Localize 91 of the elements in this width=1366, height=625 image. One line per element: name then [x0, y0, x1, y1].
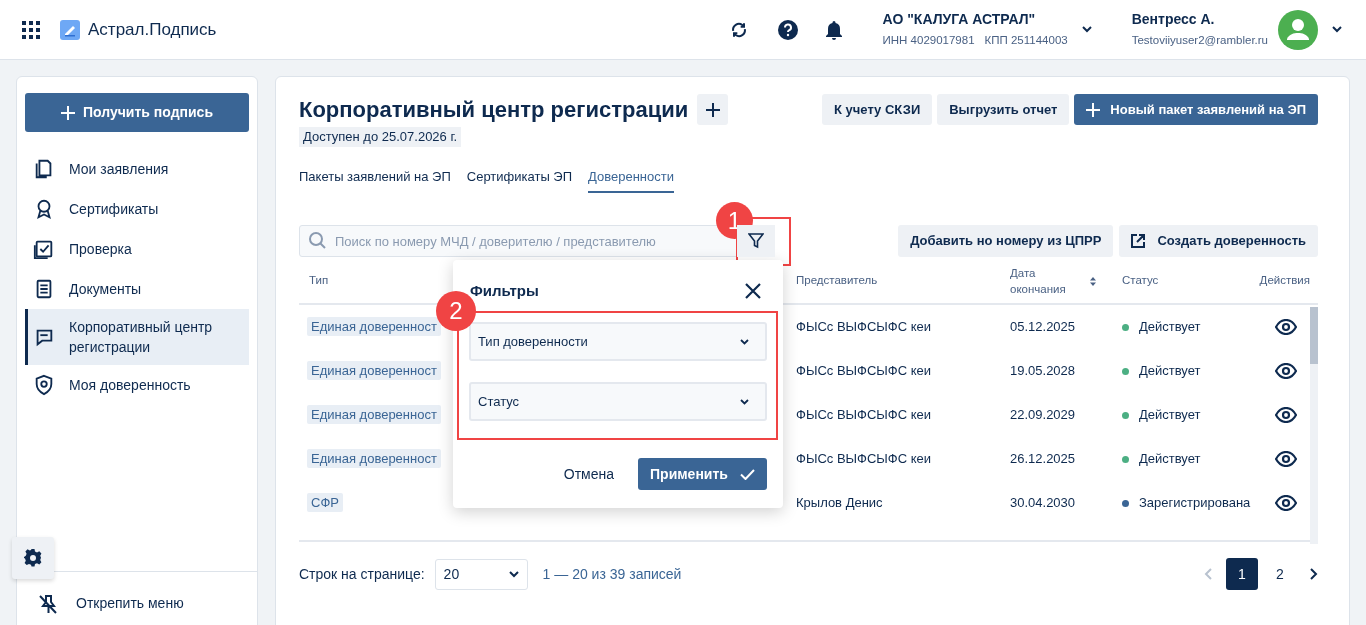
- select-field[interactable]: Тип доверенности: [469, 322, 767, 361]
- eye-icon[interactable]: [1275, 363, 1297, 379]
- status-text: Действует: [1139, 450, 1201, 469]
- sidebar-item[interactable]: Моя доверенность: [25, 365, 249, 405]
- chevron-down-icon[interactable]: [1081, 26, 1092, 33]
- sidebar-item[interactable]: Корпоративный центр регистрации: [25, 309, 249, 365]
- eye-icon[interactable]: [1275, 495, 1297, 511]
- filter-icon: [748, 233, 764, 249]
- rows-per-page-label: Строк на странице:: [299, 564, 425, 584]
- chevron-down-icon: [508, 570, 519, 578]
- eye-icon[interactable]: [1275, 451, 1297, 467]
- company-kpp: КПП 251144003: [984, 32, 1068, 48]
- new-package-button[interactable]: Новый пакет заявлений на ЭП: [1074, 94, 1318, 125]
- sort-icon[interactable]: [1090, 276, 1096, 286]
- cancel-button[interactable]: Отмена: [563, 463, 614, 485]
- records-range: 1 — 20 из 39 записей: [542, 564, 682, 584]
- create-poa-button[interactable]: Создать доверенность: [1119, 225, 1318, 257]
- availability-badge: Доступен до 25.07.2026 г.: [299, 127, 462, 147]
- rows-per-page-select[interactable]: 20: [434, 558, 528, 590]
- page-button[interactable]: 2: [1264, 558, 1296, 590]
- get-signature-button[interactable]: Получить подпись: [25, 93, 249, 132]
- table-cell-text: ФЫСс ВЫФСЫФС кеи: [796, 406, 933, 425]
- settings-button[interactable]: [12, 537, 54, 579]
- app-name[interactable]: Астрал.Подпись: [88, 16, 217, 43]
- plus-icon: [61, 105, 75, 120]
- tab[interactable]: Пакеты заявлений на ЭП: [299, 163, 451, 193]
- user-email: Testoviiyuser2@rambler.ru: [1131, 32, 1268, 48]
- type-tag: Единая доверенност: [307, 317, 441, 337]
- type-tag: Единая доверенност: [307, 361, 441, 381]
- table-cell-text: 30.04.2030: [1010, 494, 1077, 513]
- select-field[interactable]: Статус: [469, 382, 767, 421]
- search-icon: [309, 232, 326, 249]
- type-tag: Единая доверенност: [307, 449, 441, 469]
- column-header: Действия: [1259, 273, 1310, 289]
- column-header[interactable]: Дата окончания: [1010, 265, 1080, 297]
- table-cell-text: 26.12.2025: [1010, 450, 1077, 469]
- unpin-icon[interactable]: [37, 592, 59, 615]
- page-title: Корпоративный центр регистрации: [299, 95, 689, 124]
- scrollbar[interactable]: [1310, 307, 1318, 544]
- unpin-menu-link[interactable]: Открепить меню: [76, 593, 184, 614]
- table-cell-text: ФЫСс ВЫФСЫФС кеи: [796, 318, 933, 337]
- tab[interactable]: Доверенности: [588, 163, 674, 193]
- chevron-down-icon[interactable]: [1332, 26, 1342, 33]
- status-text: Действует: [1139, 406, 1201, 425]
- add-button[interactable]: [697, 94, 729, 125]
- tab[interactable]: Сертификаты ЭП: [466, 163, 573, 193]
- bell-icon[interactable]: [824, 19, 843, 40]
- table-cell-text: Крылов Денис: [796, 494, 884, 513]
- status-text: Зарегистрирована: [1139, 494, 1251, 513]
- filter-button[interactable]: [737, 225, 775, 257]
- column-header: Статус: [1122, 273, 1159, 289]
- type-tag: Единая доверенност: [307, 405, 441, 425]
- eye-icon[interactable]: [1275, 319, 1297, 335]
- add-from-registry-button[interactable]: Добавить но номеру из ЦПРР: [898, 225, 1114, 257]
- sidebar-item[interactable]: Сертификаты: [25, 189, 249, 229]
- toolbar-button[interactable]: Выгрузить отчет: [937, 94, 1070, 125]
- column-header: Тип: [309, 273, 329, 289]
- toolbar-button[interactable]: К учету СКЗИ: [822, 94, 933, 125]
- status-text: Действует: [1139, 318, 1201, 337]
- sidebar-item[interactable]: Проверка: [25, 229, 249, 269]
- table-cell-text: ФЫСс ВЫФСЫФС кеи: [796, 450, 933, 469]
- sidebar-item[interactable]: Мои заявления: [25, 149, 249, 189]
- settings-icon: [23, 548, 43, 568]
- eye-icon[interactable]: [1275, 407, 1297, 423]
- table-cell-text: 05.12.2025: [1010, 318, 1077, 337]
- company-name: АО "КАЛУГА АСТРАЛ": [882, 9, 1037, 28]
- plus-icon: [705, 102, 720, 117]
- check-icon: [739, 468, 755, 480]
- company-inn: ИНН 4029017981: [882, 32, 975, 48]
- page-button[interactable]: 1: [1226, 558, 1258, 590]
- chevron-down-icon: [740, 338, 749, 345]
- logo-icon: [60, 19, 80, 40]
- plus-icon: [1086, 102, 1101, 117]
- status-text: Действует: [1139, 362, 1201, 381]
- table-cell-text: 19.05.2028: [1010, 362, 1077, 381]
- apps-grid-icon[interactable]: [22, 20, 40, 39]
- shield-icon: [33, 374, 55, 396]
- chevron-right-icon[interactable]: [1310, 568, 1318, 580]
- apply-button[interactable]: Применить: [638, 458, 767, 490]
- sidebar-item[interactable]: Документы: [25, 269, 249, 309]
- table-cell-text: 22.09.2029: [1010, 406, 1077, 425]
- table-cell-text: ФЫСс ВЫФСЫФС кеи: [796, 362, 933, 381]
- type-tag: СФР: [307, 493, 343, 513]
- help-icon[interactable]: [776, 18, 799, 41]
- user-name: Вентресс А.: [1131, 9, 1216, 28]
- checkbox-icon: [33, 238, 55, 260]
- chevron-down-icon: [740, 398, 749, 405]
- column-header: Представитель: [796, 273, 878, 289]
- close-icon[interactable]: [745, 283, 761, 299]
- avatar-icon[interactable]: [1278, 9, 1318, 50]
- external-link-icon: [1131, 234, 1146, 248]
